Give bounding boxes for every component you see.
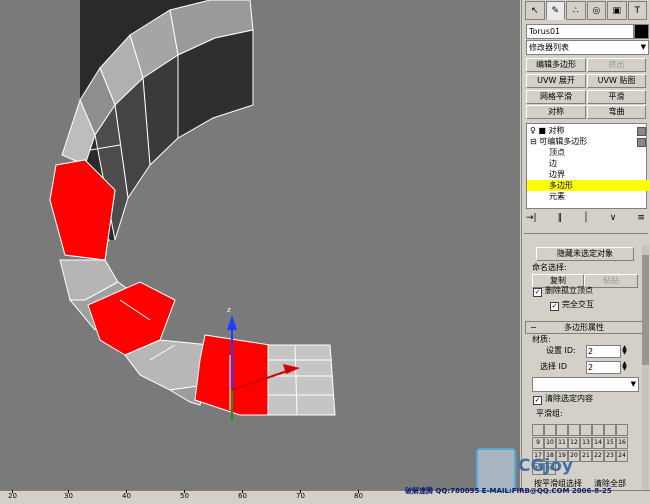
meshsmooth-button[interactable]: 网格平滑 bbox=[526, 90, 586, 104]
smoothing-group-cell[interactable] bbox=[592, 424, 604, 436]
watermark-text: CGjoy bbox=[518, 456, 574, 476]
smoothing-group-cell[interactable]: 15 bbox=[604, 437, 616, 449]
material-label: 材质: bbox=[532, 335, 551, 344]
tab-hierarchy-icon[interactable]: ∴ bbox=[566, 1, 586, 20]
smoothing-group-cell[interactable] bbox=[544, 424, 556, 436]
configure-sets-icon[interactable]: ≡ bbox=[637, 213, 645, 227]
stack-toolbar: →| ‖ │ ∨ ≡ bbox=[526, 213, 645, 227]
smoothing-groups-label: 平滑组: bbox=[536, 409, 563, 418]
smoothing-group-cell[interactable] bbox=[616, 424, 628, 436]
smoothing-group-cell[interactable] bbox=[568, 424, 580, 436]
scrollbar-thumb[interactable] bbox=[642, 255, 649, 365]
ruler-tick: 70 bbox=[296, 492, 305, 500]
select-id-spinner-icon[interactable]: ▲ ▼ bbox=[621, 361, 628, 372]
smoothing-group-cell[interactable]: 13 bbox=[580, 437, 592, 449]
divider bbox=[524, 233, 648, 234]
ruler-tick: 60 bbox=[238, 492, 247, 500]
full-interop-checkbox[interactable]: ✓ bbox=[550, 302, 559, 311]
poly-props-rollout[interactable]: − 多边形属性 bbox=[525, 321, 643, 334]
set-id-spinner-icon[interactable]: ▲ ▼ bbox=[621, 345, 628, 356]
panel-scrollbar[interactable] bbox=[642, 245, 649, 490]
extrude-button[interactable]: 挤出 bbox=[587, 58, 646, 72]
gizmo-z-label: z bbox=[227, 306, 231, 314]
uvw-map-button[interactable]: UVW 贴图 bbox=[587, 74, 646, 88]
stack-item-polygon[interactable]: 多边形 bbox=[527, 180, 650, 191]
clear-selection-checkbox[interactable]: ✓ bbox=[533, 396, 542, 405]
modifier-stack: ♀ ■ 对称 ⊟ 可编辑多边形 顶点 边 边界 多边形 元素 bbox=[526, 123, 650, 209]
watermark-caption: 破解速腾 QQ:780095 E-MAIL:FIRB@QQ.COM 2006-8… bbox=[405, 487, 612, 495]
smooth-button[interactable]: 平滑 bbox=[587, 90, 646, 104]
clear-selection-label: 清除选定内容 bbox=[545, 394, 593, 403]
chevron-down-icon: ▼ bbox=[630, 380, 636, 388]
modifier-list-label: 修改器列表 bbox=[529, 43, 569, 52]
smoothing-group-cell[interactable]: 24 bbox=[616, 450, 628, 462]
smoothing-group-cell[interactable]: 23 bbox=[604, 450, 616, 462]
make-unique-icon[interactable]: │ bbox=[583, 213, 588, 227]
ruler-tick: 20 bbox=[8, 492, 17, 500]
stack-item-symmetry[interactable]: ♀ ■ 对称 bbox=[527, 125, 649, 136]
smoothing-group-cell[interactable]: 22 bbox=[592, 450, 604, 462]
uvw-unwrap-button[interactable]: UVW 展开 bbox=[526, 74, 586, 88]
select-id-label: 选择 ID bbox=[540, 362, 568, 371]
modifier-square-icon bbox=[637, 138, 646, 147]
smoothing-group-cell[interactable]: 11 bbox=[556, 437, 568, 449]
named-selection-label: 命名选择: bbox=[532, 263, 567, 272]
smoothing-group-cell[interactable]: 9 bbox=[532, 437, 544, 449]
ruler-tick: 80 bbox=[354, 492, 363, 500]
stack-item-editable-poly[interactable]: ⊟ 可编辑多边形 bbox=[527, 136, 649, 147]
command-tabs: ↖ ✎ ∴ ◎ ▣ T bbox=[525, 1, 647, 20]
full-interop-label: 完全交互 bbox=[562, 300, 594, 309]
ruler-tick: 50 bbox=[180, 492, 189, 500]
object-color-swatch[interactable] bbox=[634, 24, 649, 39]
collapse-icon[interactable]: ⊟ bbox=[530, 137, 537, 146]
material-name-dropdown[interactable]: ▼ bbox=[532, 377, 639, 392]
tab-create-icon[interactable]: ↖ bbox=[525, 1, 545, 20]
smoothing-group-cell[interactable]: 16 bbox=[616, 437, 628, 449]
symmetry-button[interactable]: 对称 bbox=[526, 105, 586, 119]
show-end-result-icon[interactable]: ‖ bbox=[558, 213, 563, 227]
lightbulb-icon[interactable]: ♀ ■ bbox=[530, 126, 546, 135]
tab-display-icon[interactable]: ▣ bbox=[607, 1, 627, 20]
delete-isolated-checkbox[interactable]: ✓ bbox=[533, 288, 542, 297]
set-id-label: 设置 ID: bbox=[546, 346, 576, 355]
tab-modify-icon[interactable]: ✎ bbox=[545, 1, 565, 20]
minus-icon: − bbox=[530, 323, 537, 332]
perspective-viewport[interactable]: z bbox=[0, 0, 520, 490]
remove-modifier-icon[interactable]: ∨ bbox=[610, 213, 617, 227]
tab-utilities-icon[interactable]: T bbox=[627, 1, 647, 20]
tab-motion-icon[interactable]: ◎ bbox=[586, 1, 606, 20]
smoothing-group-cell[interactable]: 14 bbox=[592, 437, 604, 449]
object-name-field[interactable]: Torus01 bbox=[526, 24, 634, 39]
smoothing-group-cell[interactable] bbox=[556, 424, 568, 436]
ruler-tick: 30 bbox=[64, 492, 73, 500]
modifier-square-icon bbox=[637, 127, 646, 136]
ruler-tick: 40 bbox=[122, 492, 131, 500]
command-panel: ↖ ✎ ∴ ◎ ▣ T Torus01 修改器列表 ▼ 编辑多边形 挤出 UVW… bbox=[521, 0, 650, 490]
stack-item-edge[interactable]: 边 bbox=[527, 158, 650, 169]
select-id-field[interactable]: 2 bbox=[586, 361, 621, 374]
smoothing-group-cell[interactable] bbox=[580, 424, 592, 436]
smoothing-group-cell[interactable] bbox=[604, 424, 616, 436]
edit-poly-button[interactable]: 编辑多边形 bbox=[526, 58, 586, 72]
bend-button[interactable]: 弯曲 bbox=[587, 105, 646, 119]
set-id-field[interactable]: 2 bbox=[586, 345, 621, 358]
chevron-down-icon: ▼ bbox=[640, 43, 646, 51]
stack-item-vertex[interactable]: 顶点 bbox=[527, 147, 650, 158]
delete-isolated-label: 删除孤立顶点 bbox=[545, 286, 593, 295]
modifier-list-dropdown[interactable]: 修改器列表 ▼ bbox=[526, 40, 649, 55]
stack-item-element[interactable]: 元素 bbox=[527, 191, 650, 202]
hide-unselected-button[interactable]: 隐藏未选定对象 bbox=[536, 247, 634, 261]
smoothing-group-cell[interactable] bbox=[532, 424, 544, 436]
smoothing-group-cell[interactable]: 21 bbox=[580, 450, 592, 462]
stack-item-border[interactable]: 边界 bbox=[527, 169, 650, 180]
smoothing-group-cell[interactable]: 10 bbox=[544, 437, 556, 449]
pin-stack-icon[interactable]: →| bbox=[526, 213, 537, 227]
smoothing-group-cell[interactable]: 12 bbox=[568, 437, 580, 449]
